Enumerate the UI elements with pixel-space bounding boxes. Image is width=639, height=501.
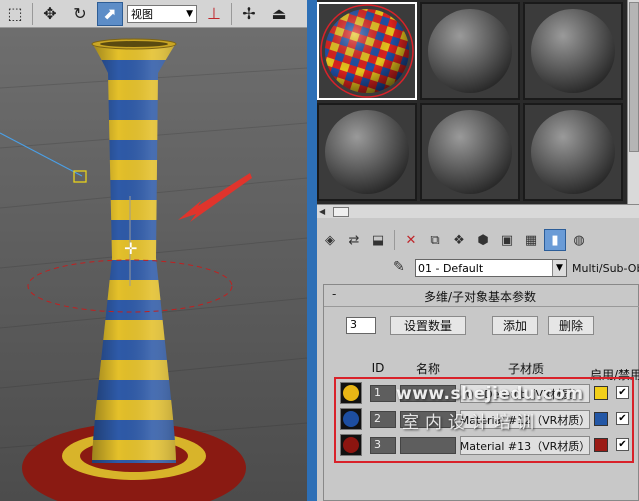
go-to-parent-icon[interactable]: ◍ (568, 229, 590, 251)
view-dropdown-value: 视图 (131, 7, 153, 21)
reset-material-icon[interactable]: ✕ (400, 229, 422, 251)
submaterial-button[interactable]: Material #12（VR材质） (460, 410, 590, 429)
material-editor: ◀ ◈ ⇄ ⬓ ✕ ⧉ ❖ ⬢ ▣ ▦ ▮ ◍ ✎ 01 - Default ▼… (317, 0, 639, 501)
rollout-title: 多维/子对象基本参数 (424, 290, 537, 304)
table-row: 1 0 - Default（VR材质） ✔ (336, 381, 632, 407)
put-to-library-icon[interactable]: ⬢ (472, 229, 494, 251)
submaterial-table-header: ID 名称 子材质 启用/禁用 (334, 359, 639, 382)
submaterial-color-swatch[interactable] (594, 438, 608, 452)
table-row: 3 Material #13（VR材质） ✔ (336, 433, 632, 459)
material-slot-5[interactable] (420, 103, 520, 201)
snap-icon[interactable]: ⊥ (201, 2, 227, 26)
submaterial-name-field[interactable] (400, 385, 456, 402)
rollout-header[interactable]: - 多维/子对象基本参数 (324, 285, 639, 307)
multi-sub-object-rollout: - 多维/子对象基本参数 3 设置数量 添加 删除 ID 名称 子材质 启用/禁… (323, 284, 639, 501)
table-row: 2 Material #12（VR材质） ✔ (336, 407, 632, 433)
put-to-scene-icon[interactable]: ⇄ (343, 229, 365, 251)
select-region-icon[interactable]: ⬚ (2, 2, 28, 26)
show-in-viewport-icon[interactable]: ▮ (544, 229, 566, 251)
submaterial-button[interactable]: 0 - Default（VR材质） (460, 384, 590, 403)
submaterial-table: 1 0 - Default（VR材质） ✔ 2 Material #12（VR材… (334, 377, 634, 463)
set-count-button[interactable]: 设置数量 (390, 316, 466, 335)
app-window: ⬚ ✥ ↻ ⬈ 视图 ▼ ⊥ ✢ ⏏ ✛ ◀ ◈ ⇄ ⬓ ✕ ⧉ ❖ ⬢ ▣ ▦… (0, 0, 639, 501)
header-submaterial[interactable]: 子材质 (470, 359, 582, 377)
submaterial-button[interactable]: Material #13（VR材质） (460, 436, 590, 455)
material-id-icon[interactable]: ▣ (496, 229, 518, 251)
viewport-toolbar: ⬚ ✥ ↻ ⬈ 视图 ▼ ⊥ ✢ ⏏ (0, 0, 307, 28)
submaterial-name-field[interactable] (400, 411, 456, 428)
toolbar-divider (394, 230, 395, 250)
scrollbar-thumb[interactable] (629, 2, 639, 152)
3d-viewport[interactable]: ⬚ ✥ ↻ ⬈ 视图 ▼ ⊥ ✢ ⏏ ✛ (0, 0, 307, 501)
move-icon[interactable]: ✥ (37, 2, 63, 26)
header-id[interactable]: ID (360, 359, 396, 377)
chevron-down-icon: ▼ (186, 8, 193, 19)
delete-button[interactable]: 删除 (548, 316, 594, 335)
toolbar-divider (231, 2, 232, 25)
submaterial-enable-checkbox[interactable]: ✔ (616, 438, 629, 451)
slots-vertical-scrollbar[interactable] (627, 0, 639, 204)
material-name-value: 01 - Default (418, 261, 484, 275)
submaterial-id-field[interactable]: 1 (370, 385, 396, 402)
material-slot-4[interactable] (317, 103, 417, 201)
make-unique-icon[interactable]: ❖ (448, 229, 470, 251)
material-name-dropdown[interactable]: 01 - Default ▼ (415, 259, 567, 277)
add-button[interactable]: 添加 (492, 316, 538, 335)
material-slot-1[interactable] (317, 2, 417, 100)
vase-opening (100, 41, 168, 47)
view-dropdown[interactable]: 视图 ▼ (127, 4, 197, 23)
submaterial-color-swatch[interactable] (594, 412, 608, 426)
submaterial-name-field[interactable] (400, 437, 456, 454)
submaterial-id-field[interactable]: 3 (370, 437, 396, 454)
scrollbar-thumb[interactable] (333, 207, 349, 217)
submaterial-enable-checkbox[interactable]: ✔ (616, 412, 629, 425)
submaterial-enable-checkbox[interactable]: ✔ (616, 386, 629, 399)
collapse-icon[interactable]: - (332, 287, 336, 301)
submaterial-color-swatch[interactable] (594, 386, 608, 400)
maximize-icon[interactable]: ⏏ (266, 2, 292, 26)
scale-icon[interactable]: ⬈ (97, 1, 123, 26)
viewport-scene: ✛ (0, 28, 307, 501)
pan-view-icon[interactable]: ✢ (236, 2, 262, 26)
panel-divider (307, 0, 317, 501)
assign-to-selection-icon[interactable]: ⬓ (367, 229, 389, 251)
transform-cursor-icon: ✛ (124, 239, 137, 258)
submaterial-preview[interactable] (340, 382, 362, 404)
material-slot-6[interactable] (523, 103, 623, 201)
chevron-down-icon: ▼ (552, 260, 566, 276)
material-type-button[interactable]: Multi/Sub-Obj (572, 262, 639, 275)
scroll-left-icon[interactable]: ◀ (319, 207, 325, 216)
copy-material-icon[interactable]: ⧉ (424, 229, 446, 251)
material-slot-3[interactable] (523, 2, 623, 100)
header-name[interactable]: 名称 (400, 359, 456, 377)
material-editor-toolbar: ◈ ⇄ ⬓ ✕ ⧉ ❖ ⬢ ▣ ▦ ▮ ◍ (317, 226, 639, 254)
submaterial-id-field[interactable]: 2 (370, 411, 396, 428)
eyedropper-icon[interactable]: ✎ (393, 259, 405, 275)
slots-horizontal-scrollbar[interactable]: ◀ (317, 204, 639, 218)
material-count-input[interactable]: 3 (346, 317, 376, 334)
toolbar-divider (32, 2, 33, 25)
material-slots (317, 0, 639, 204)
rotate-icon[interactable]: ↻ (67, 2, 93, 26)
show-background-icon[interactable]: ▦ (520, 229, 542, 251)
material-slot-2[interactable] (420, 2, 520, 100)
get-material-icon[interactable]: ◈ (319, 229, 341, 251)
submaterial-preview[interactable] (340, 408, 362, 430)
material-name-row: ✎ 01 - Default ▼ Multi/Sub-Obj (317, 258, 639, 278)
submaterial-preview[interactable] (340, 434, 362, 456)
